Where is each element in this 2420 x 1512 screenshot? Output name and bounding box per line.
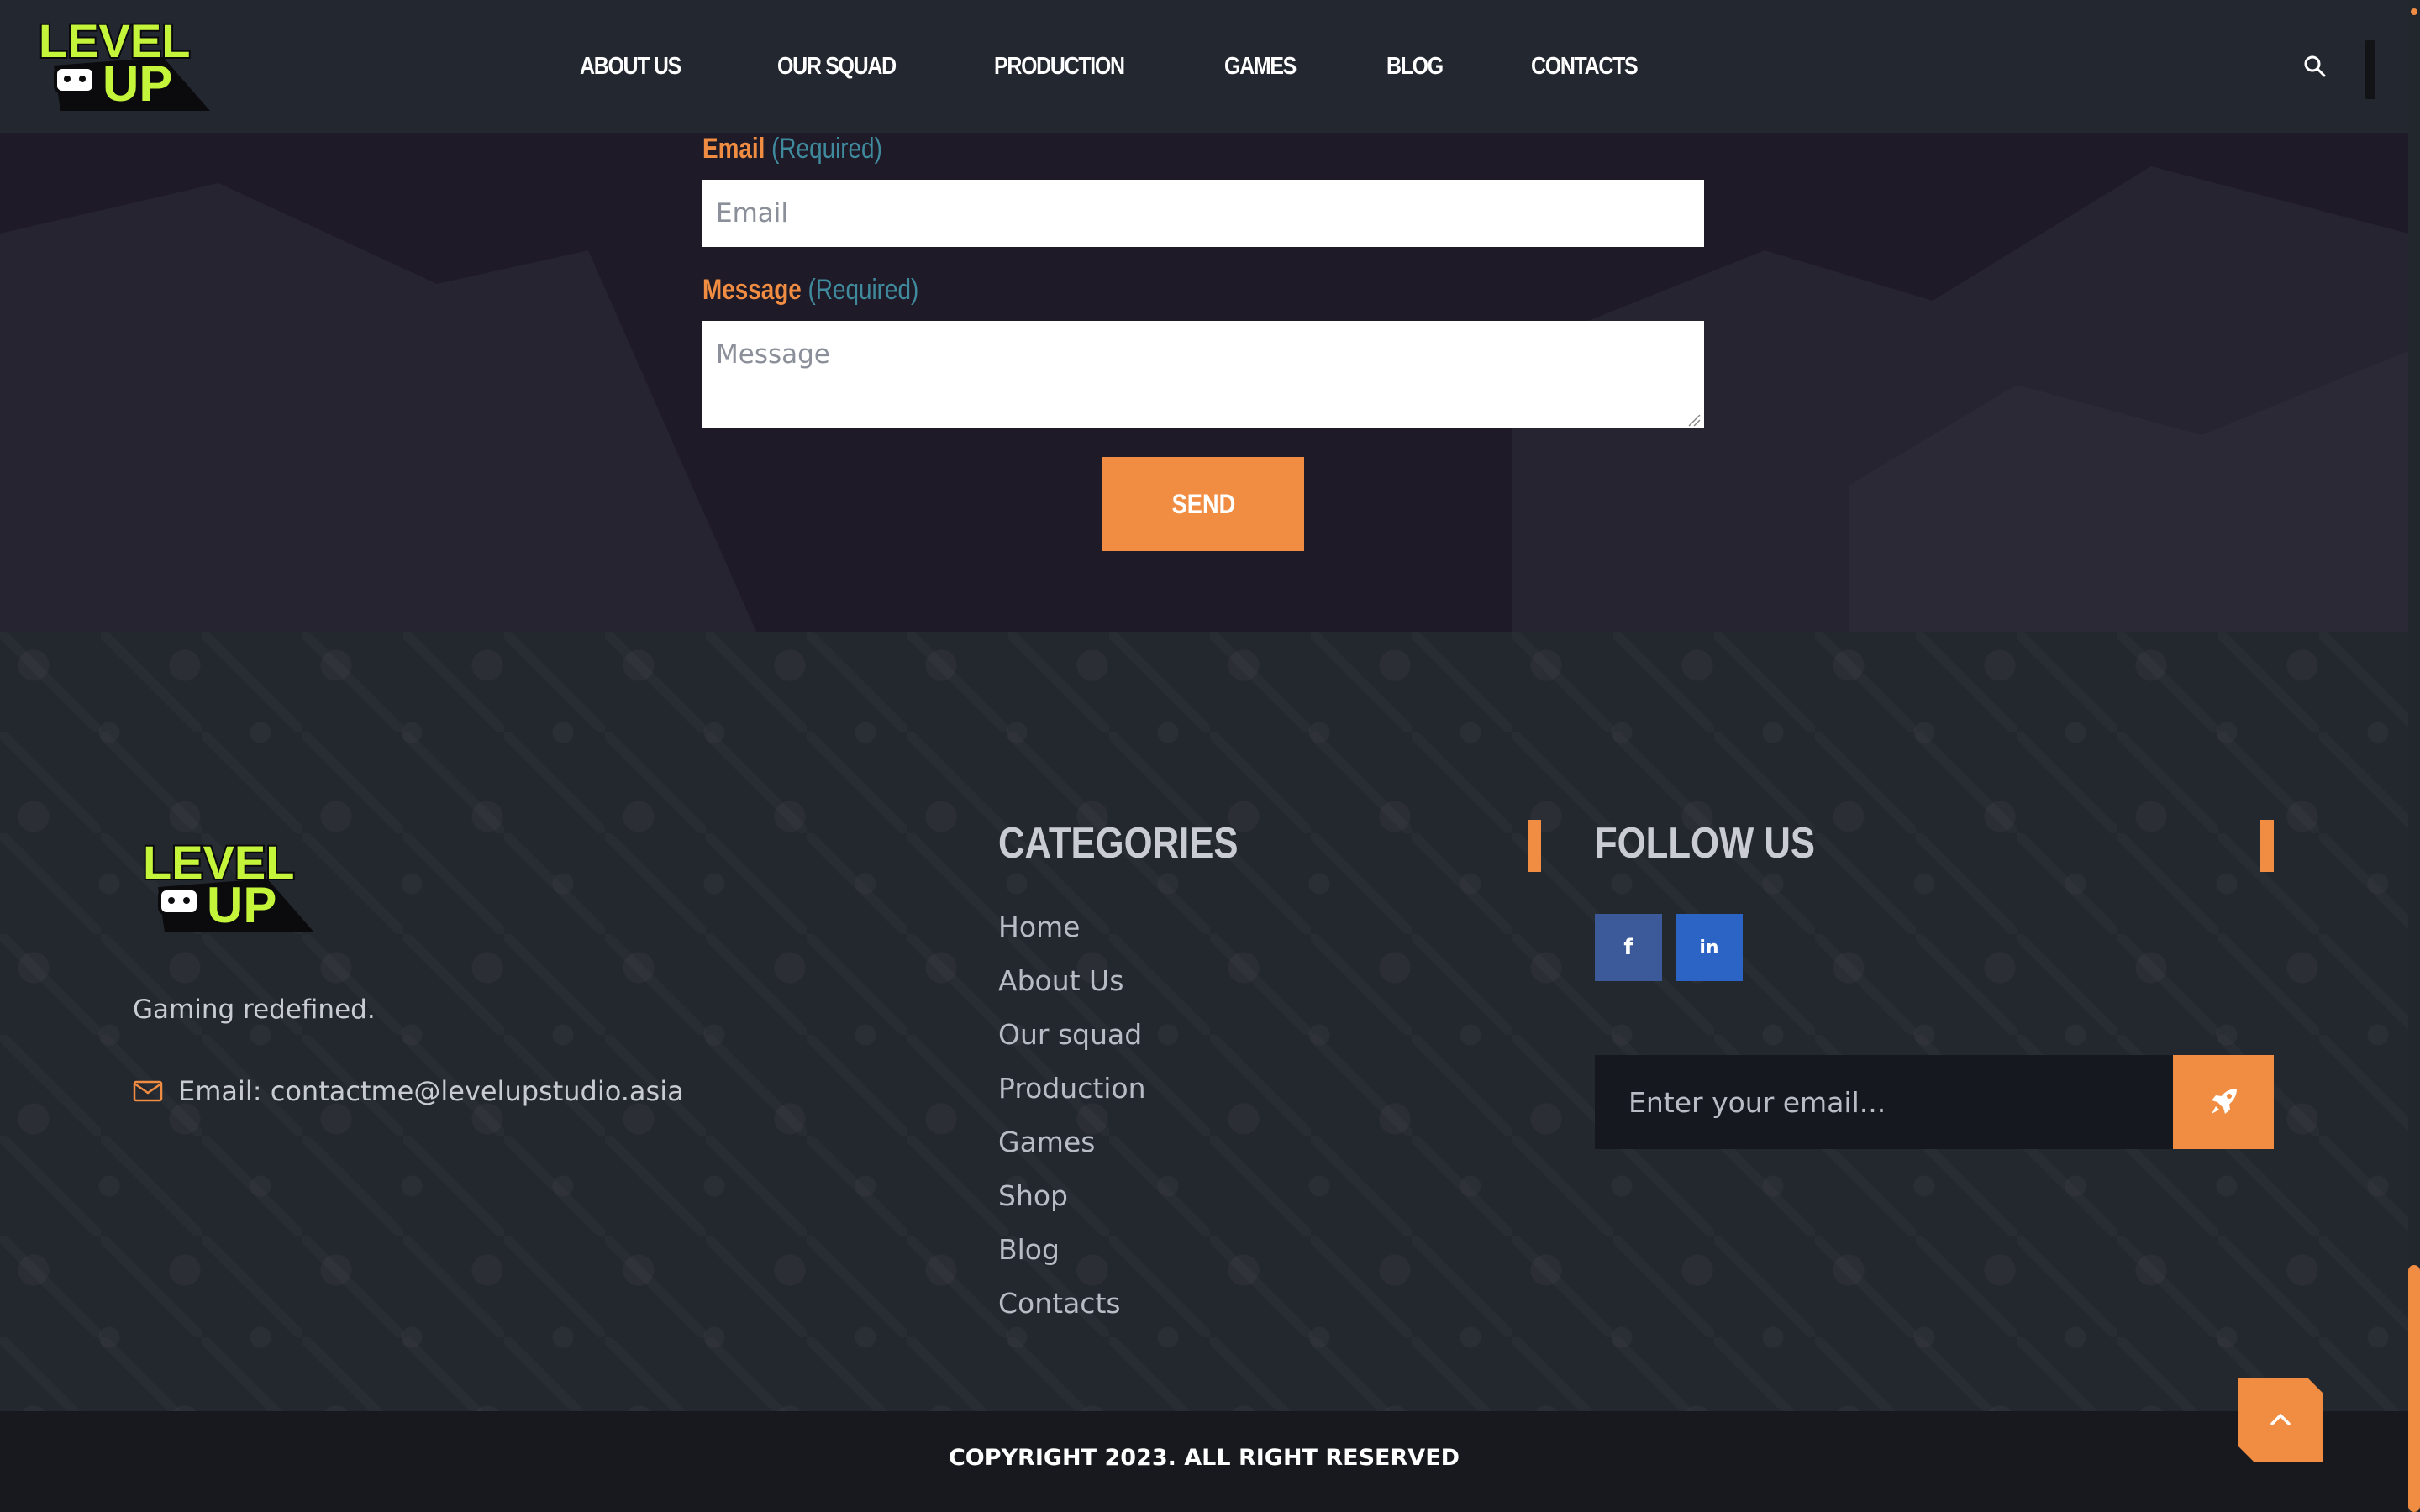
copyright-bar: COPYRIGHT 2023. ALL RIGHT RESERVED	[0, 1411, 2408, 1512]
footer-email[interactable]: Email: contactme@levelupstudio.asia	[178, 1075, 684, 1107]
category-our-squad[interactable]: Our squad	[998, 1018, 1146, 1072]
follow-us-title: FOLLOW US	[1595, 819, 1816, 868]
category-contacts[interactable]: Contacts	[998, 1287, 1146, 1341]
category-shop[interactable]: Shop	[998, 1179, 1146, 1233]
message-label: Message (Required)	[702, 274, 919, 306]
newsletter-submit-button[interactable]	[2173, 1055, 2274, 1149]
facebook-icon: f	[1623, 935, 1634, 960]
category-blog[interactable]: Blog	[998, 1233, 1146, 1287]
chevron-up-icon	[2270, 1414, 2291, 1425]
category-games[interactable]: Games	[998, 1126, 1146, 1179]
follow-us-accent	[2260, 820, 2274, 872]
categories-accent	[1528, 820, 1541, 872]
copyright-text: COPYRIGHT 2023. ALL RIGHT RESERVED	[948, 1445, 1460, 1471]
contact-section: Email (Required) Message (Required) SEND	[0, 133, 2408, 632]
footer-tagline: Gaming redefined.	[133, 995, 376, 1025]
category-about-us[interactable]: About Us	[998, 964, 1146, 1018]
message-field[interactable]	[702, 321, 1704, 428]
main-nav: ABOUT US OUR SQUAD PRODUCTION GAMES BLOG…	[580, 0, 1733, 133]
nav-contacts[interactable]: CONTACTS	[1531, 53, 1639, 81]
resize-handle-icon[interactable]	[1687, 413, 1701, 427]
mail-icon	[133, 1080, 163, 1102]
nav-games[interactable]: GAMES	[1224, 53, 1297, 81]
email-label: Email (Required)	[702, 133, 882, 165]
search-icon[interactable]	[2302, 54, 2328, 79]
header-divider	[2365, 40, 2375, 99]
nav-production[interactable]: PRODUCTION	[994, 53, 1125, 81]
scrollbar-thumb[interactable]	[2408, 1265, 2420, 1512]
nav-our-squad[interactable]: OUR SQUAD	[777, 53, 897, 81]
site-header: LEVEL UP ABOUT US OUR SQUAD PRODUCTION G…	[0, 0, 2408, 133]
rocket-icon	[2212, 1089, 2237, 1114]
categories-list: Home About Us Our squad Production Games…	[998, 911, 1146, 1341]
site-logo[interactable]: LEVEL UP	[37, 15, 210, 111]
svg-text:UP: UP	[207, 877, 276, 932]
back-to-top-button[interactable]	[2238, 1378, 2323, 1462]
linkedin-button[interactable]: in	[1676, 914, 1743, 981]
site-footer: LEVEL UP Gaming redefined. Email: contac…	[0, 632, 2408, 1411]
nav-about-us[interactable]: ABOUT US	[580, 53, 681, 81]
category-home[interactable]: Home	[998, 911, 1146, 964]
send-button[interactable]: SEND	[1102, 457, 1304, 551]
scroll-indicator-dot	[2411, 8, 2417, 15]
linkedin-icon: in	[1699, 937, 1719, 958]
nav-blog[interactable]: BLOG	[1386, 53, 1444, 81]
categories-title: CATEGORIES	[998, 819, 1239, 868]
facebook-button[interactable]: f	[1595, 914, 1662, 981]
footer-email-row: Email: contactme@levelupstudio.asia	[133, 1075, 684, 1107]
category-production[interactable]: Production	[998, 1072, 1146, 1126]
email-field[interactable]	[702, 180, 1704, 247]
svg-text:UP: UP	[103, 55, 172, 111]
newsletter-email-input[interactable]	[1595, 1055, 2173, 1149]
footer-logo[interactable]: LEVEL UP	[141, 837, 314, 932]
